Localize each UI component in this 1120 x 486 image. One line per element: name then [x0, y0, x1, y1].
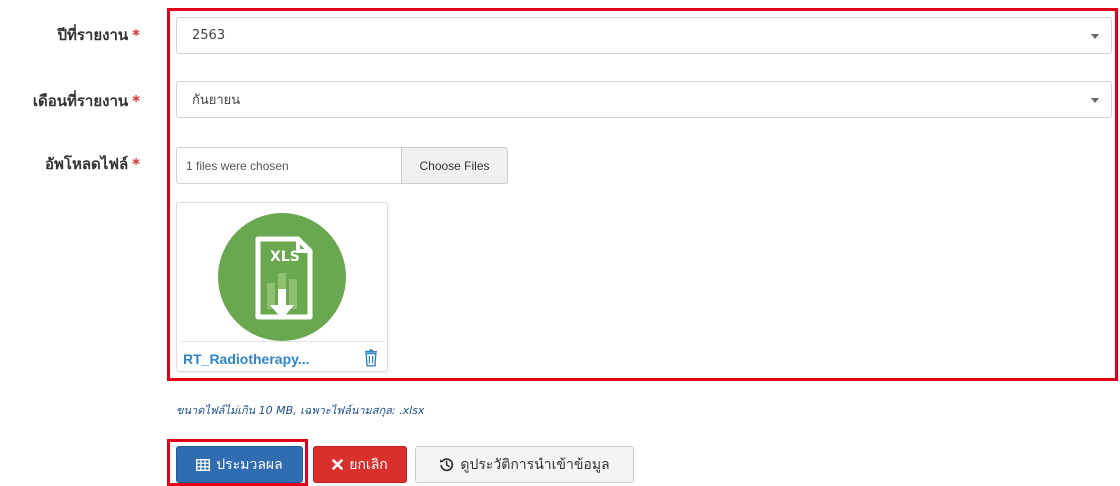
times-icon: [332, 459, 344, 470]
trash-icon[interactable]: [363, 349, 379, 367]
year-label: ปีที่รายงาน *: [57, 23, 140, 47]
file-preview-card: XLS RT_Radiotherapy...: [176, 202, 388, 372]
upload-hint: ขนาดไฟล์ไม่เกิน 10 MB, เฉพาะไฟล์นามสกุล:…: [176, 404, 425, 417]
required-mark: *: [132, 92, 140, 110]
choose-files-button[interactable]: Choose Files: [401, 147, 508, 184]
preview-divider: [181, 341, 383, 342]
uploaded-file-name[interactable]: RT_Radiotherapy...: [183, 351, 310, 367]
month-select[interactable]: กันยายน: [176, 81, 1112, 118]
year-select-value: 2563: [192, 28, 226, 43]
month-label: เดือนที่รายงาน *: [33, 89, 140, 113]
xls-file-icon: XLS: [218, 213, 346, 341]
table-icon: [196, 458, 211, 471]
history-icon: [440, 458, 454, 472]
file-input[interactable]: 1 files were chosen Choose Files: [176, 147, 508, 184]
history-button[interactable]: ดูประวัติการนำเข้าข้อมูล: [415, 446, 634, 483]
caret-down-icon: [1091, 34, 1099, 39]
month-label-text: เดือนที่รายงาน: [32, 92, 129, 110]
xls-badge: XLS: [270, 249, 300, 265]
year-label-text: ปีที่รายงาน: [57, 26, 129, 44]
process-button[interactable]: ประมวลผล: [176, 446, 303, 483]
month-select-value: กันยายน: [192, 93, 241, 108]
history-button-label: ดูประวัติการนำเข้าข้อมูล: [460, 456, 610, 473]
upload-label-text: อัพโหลดไฟล์: [45, 155, 129, 173]
cancel-button-label: ยกเลิก: [349, 456, 388, 473]
upload-label: อัพโหลดไฟล์ *: [45, 152, 140, 176]
required-mark: *: [132, 26, 140, 44]
required-mark: *: [132, 155, 140, 173]
file-input-caption: 1 files were chosen: [176, 147, 401, 184]
cancel-button[interactable]: ยกเลิก: [313, 446, 407, 483]
year-select[interactable]: 2563: [176, 17, 1112, 54]
file-preview: XLS: [177, 213, 387, 341]
caret-down-icon: [1091, 98, 1099, 103]
process-button-label: ประมวลผล: [216, 456, 283, 473]
